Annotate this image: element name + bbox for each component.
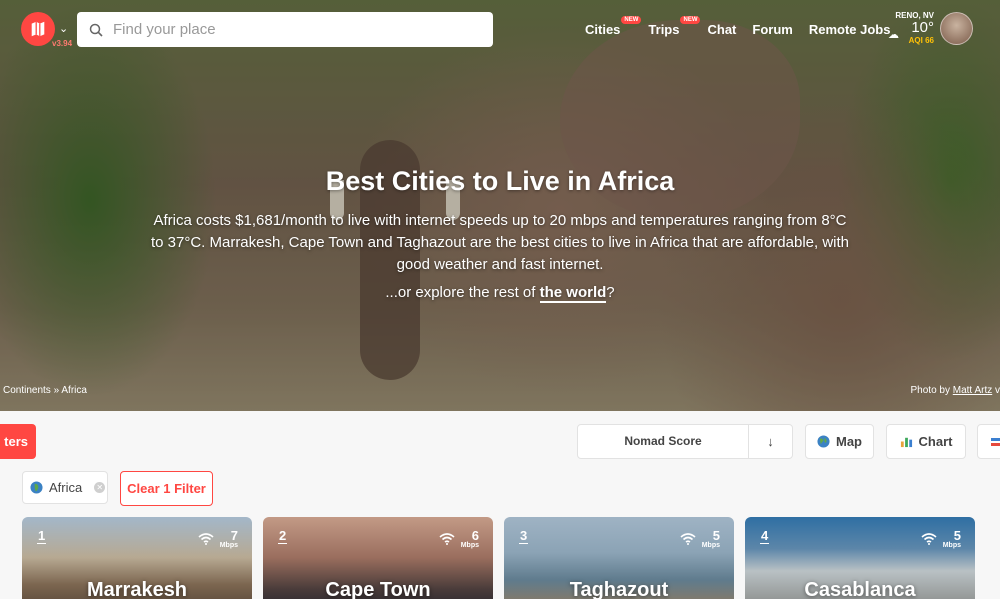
internet-speed: 5 Mbps bbox=[680, 529, 720, 549]
nav-chat[interactable]: Chat bbox=[707, 22, 736, 37]
wifi-icon bbox=[680, 533, 696, 545]
list-view-icon bbox=[991, 437, 1000, 446]
logo[interactable] bbox=[21, 12, 55, 46]
map-logo-icon bbox=[31, 21, 45, 37]
hero-description: Africa costs $1,681/month to live with i… bbox=[150, 212, 850, 273]
photo-author-link[interactable]: Matt Artz bbox=[953, 385, 992, 396]
city-name: Taghazout bbox=[569, 579, 669, 599]
internet-speed: 6 Mbps bbox=[439, 529, 479, 549]
wifi-icon bbox=[439, 533, 455, 545]
city-card-cape-town[interactable]: 2 6 Mbps Cape Town bbox=[263, 517, 493, 599]
nav-remote-jobs[interactable]: Remote Jobs bbox=[809, 22, 891, 37]
version-label: v3.94 bbox=[52, 39, 73, 48]
filters-button[interactable]: ters bbox=[0, 424, 36, 459]
hero-overlay bbox=[0, 0, 1000, 411]
photo-credit: Photo by Matt Artz v bbox=[910, 385, 1000, 396]
sort-select[interactable]: Nomad Score ↓ bbox=[577, 424, 793, 459]
city-card-taghazout[interactable]: 3 5 Mbps Taghazout bbox=[504, 517, 734, 599]
map-button[interactable]: Map bbox=[805, 424, 874, 459]
page-title: Best Cities to Live in Africa bbox=[325, 166, 675, 196]
bar-chart-icon bbox=[900, 437, 912, 448]
chart-button[interactable]: Chart bbox=[886, 424, 966, 459]
nav-trips[interactable]: Trips NEW bbox=[648, 16, 701, 37]
filter-chip-africa[interactable]: Africa ✕ bbox=[22, 471, 108, 504]
sort-label[interactable]: Nomad Score bbox=[578, 425, 749, 458]
weather-widget[interactable]: RENO, NV ☁ 10° AQI 66 bbox=[888, 11, 934, 45]
nav-cities[interactable]: Cities NEW bbox=[585, 16, 642, 37]
sort-direction-button[interactable]: ↓ bbox=[749, 434, 792, 449]
internet-speed: 7 Mbps bbox=[198, 529, 238, 549]
city-card-marrakesh[interactable]: 1 7 Mbps Marrakesh bbox=[22, 517, 252, 599]
hero-explore: ...or explore the rest of the world? bbox=[385, 284, 615, 303]
city-name: Cape Town bbox=[325, 579, 431, 599]
city-rank: 1 bbox=[37, 528, 47, 544]
hero-banner: ⌄ v3.94 CitiesNEW TripsNEW Chat Forum Re… bbox=[0, 0, 1000, 411]
globe-icon bbox=[817, 435, 830, 448]
city-name: Marrakesh bbox=[86, 579, 188, 599]
city-card-casablanca[interactable]: 4 5 Mbps Casablanca bbox=[745, 517, 975, 599]
search-icon bbox=[89, 23, 103, 37]
cloud-icon: ☁ bbox=[888, 29, 899, 41]
new-badge: NEW bbox=[621, 16, 642, 24]
nav-forum[interactable]: Forum bbox=[752, 22, 792, 37]
internet-speed: 5 Mbps bbox=[921, 529, 961, 549]
wifi-icon bbox=[198, 533, 214, 545]
search-input[interactable] bbox=[113, 21, 473, 38]
breadcrumb[interactable]: Continents » Africa bbox=[3, 385, 87, 396]
chevron-down-icon[interactable]: ⌄ bbox=[59, 22, 68, 35]
more-view-button[interactable] bbox=[977, 424, 1000, 459]
city-rank: 4 bbox=[760, 528, 770, 544]
city-rank: 2 bbox=[278, 528, 288, 544]
main-nav: Cities NEW Trips NEW Chat Forum Remote Job… bbox=[585, 16, 891, 37]
city-rank: 3 bbox=[519, 528, 529, 544]
clear-filter-button[interactable]: Clear 1 Filter bbox=[120, 471, 213, 506]
world-link[interactable]: the world bbox=[539, 284, 607, 303]
search-bar[interactable] bbox=[77, 12, 493, 47]
remove-filter-icon[interactable]: ✕ bbox=[94, 482, 106, 493]
new-badge: NEW bbox=[680, 16, 701, 24]
wifi-icon bbox=[921, 533, 937, 545]
avatar[interactable] bbox=[940, 12, 973, 45]
globe-icon bbox=[30, 481, 43, 494]
city-name: Casablanca bbox=[804, 579, 916, 599]
